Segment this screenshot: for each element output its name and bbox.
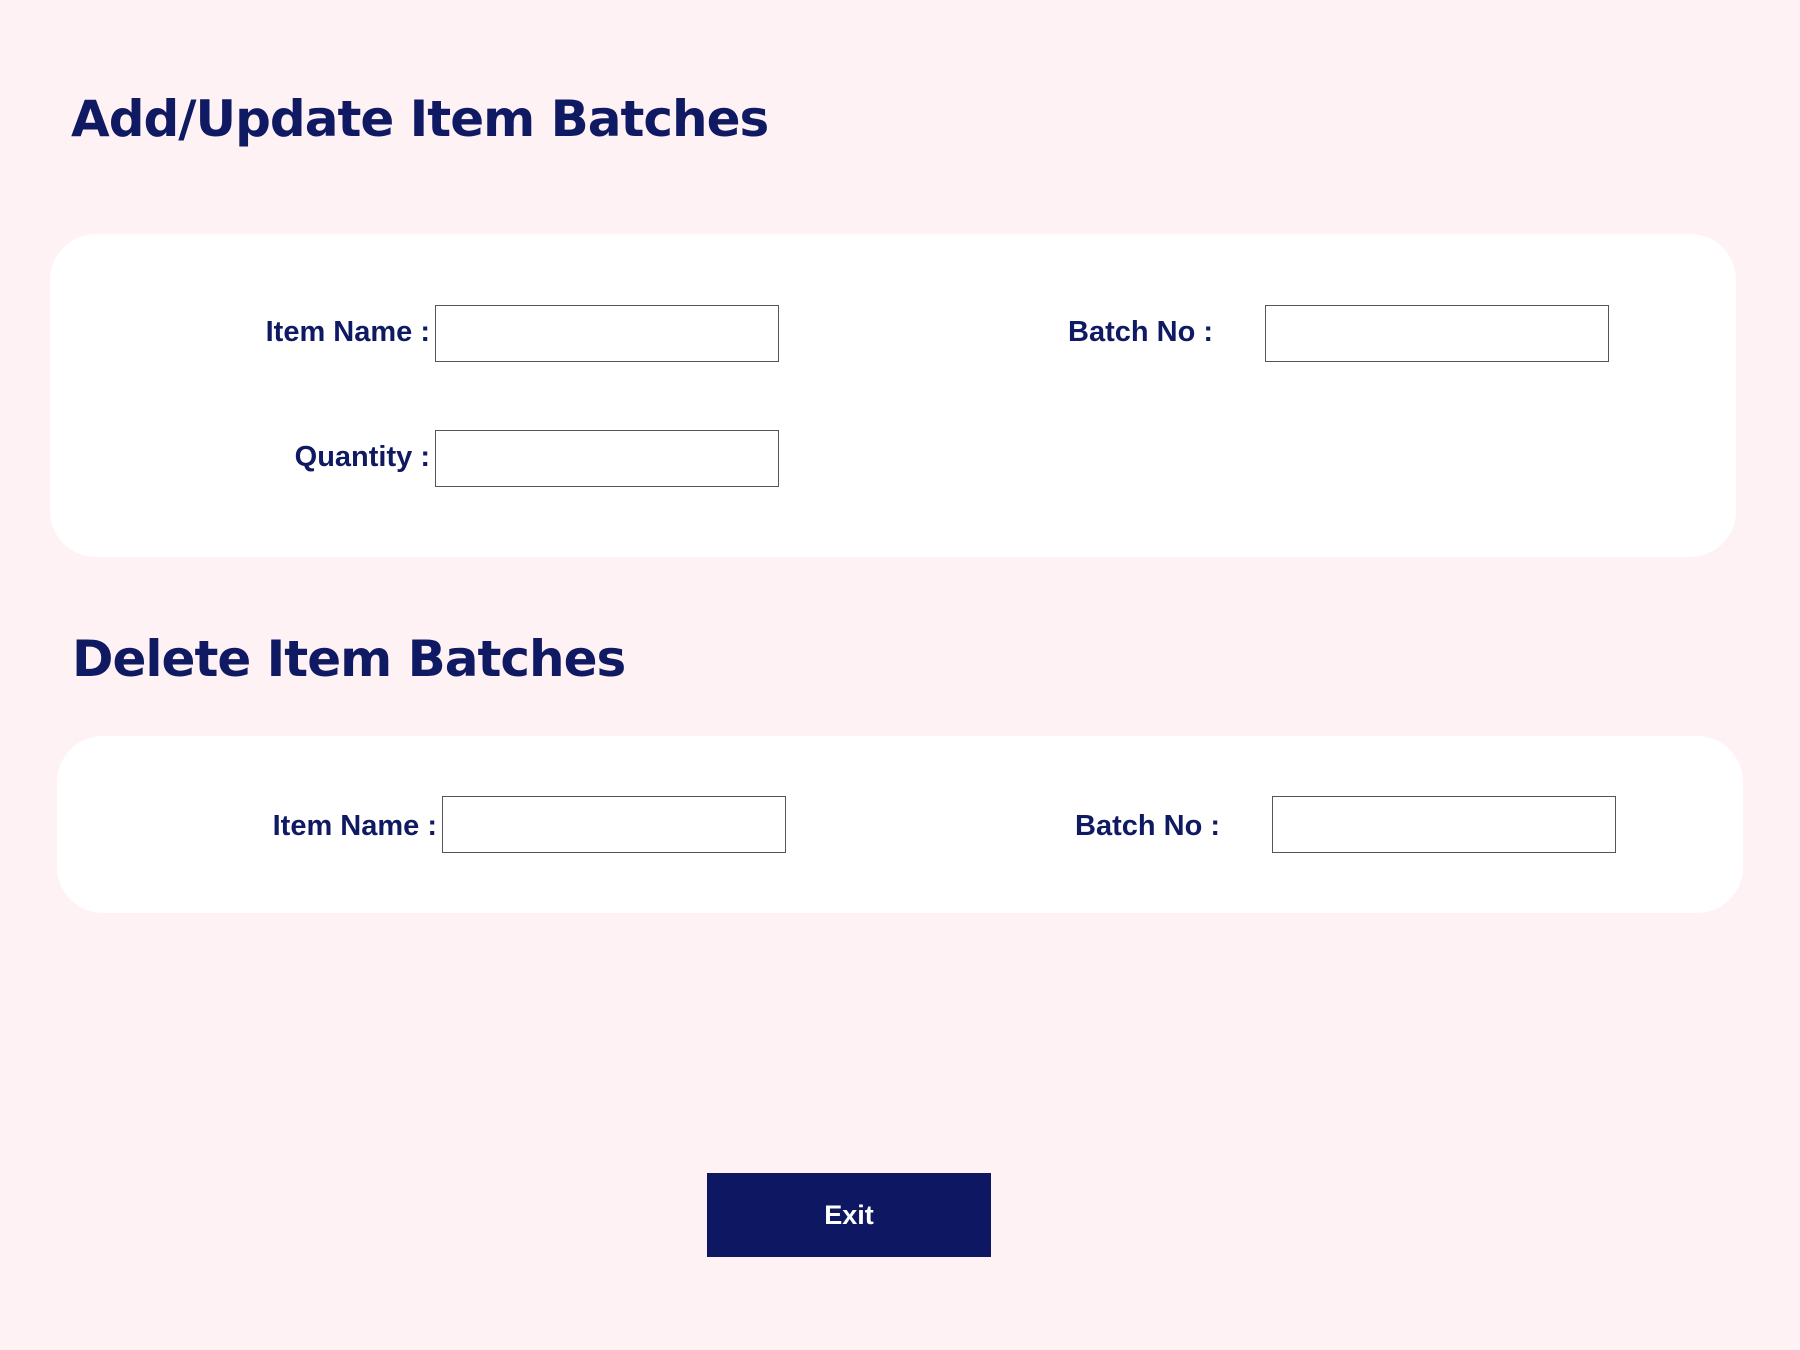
add-batch-no-label: Batch No : — [1068, 316, 1213, 348]
delete-batch-no-input[interactable] — [1272, 796, 1616, 853]
add-batch-no-input[interactable] — [1265, 305, 1609, 362]
delete-section-title: Delete Item Batches — [72, 630, 626, 688]
add-update-card: Item Name : Batch No : Quantity : — [50, 234, 1736, 557]
delete-card: Item Name : Batch No : — [57, 736, 1743, 913]
add-update-section-title: Add/Update Item Batches — [71, 90, 769, 148]
add-item-name-label: Item Name : — [265, 316, 430, 348]
quantity-label: Quantity : — [294, 441, 430, 473]
quantity-input[interactable] — [435, 430, 779, 487]
add-item-name-input[interactable] — [435, 305, 779, 362]
exit-button[interactable]: Exit — [707, 1173, 991, 1257]
delete-item-name-label: Item Name : — [272, 810, 437, 842]
delete-item-name-input[interactable] — [442, 796, 786, 853]
delete-batch-no-label: Batch No : — [1075, 810, 1220, 842]
